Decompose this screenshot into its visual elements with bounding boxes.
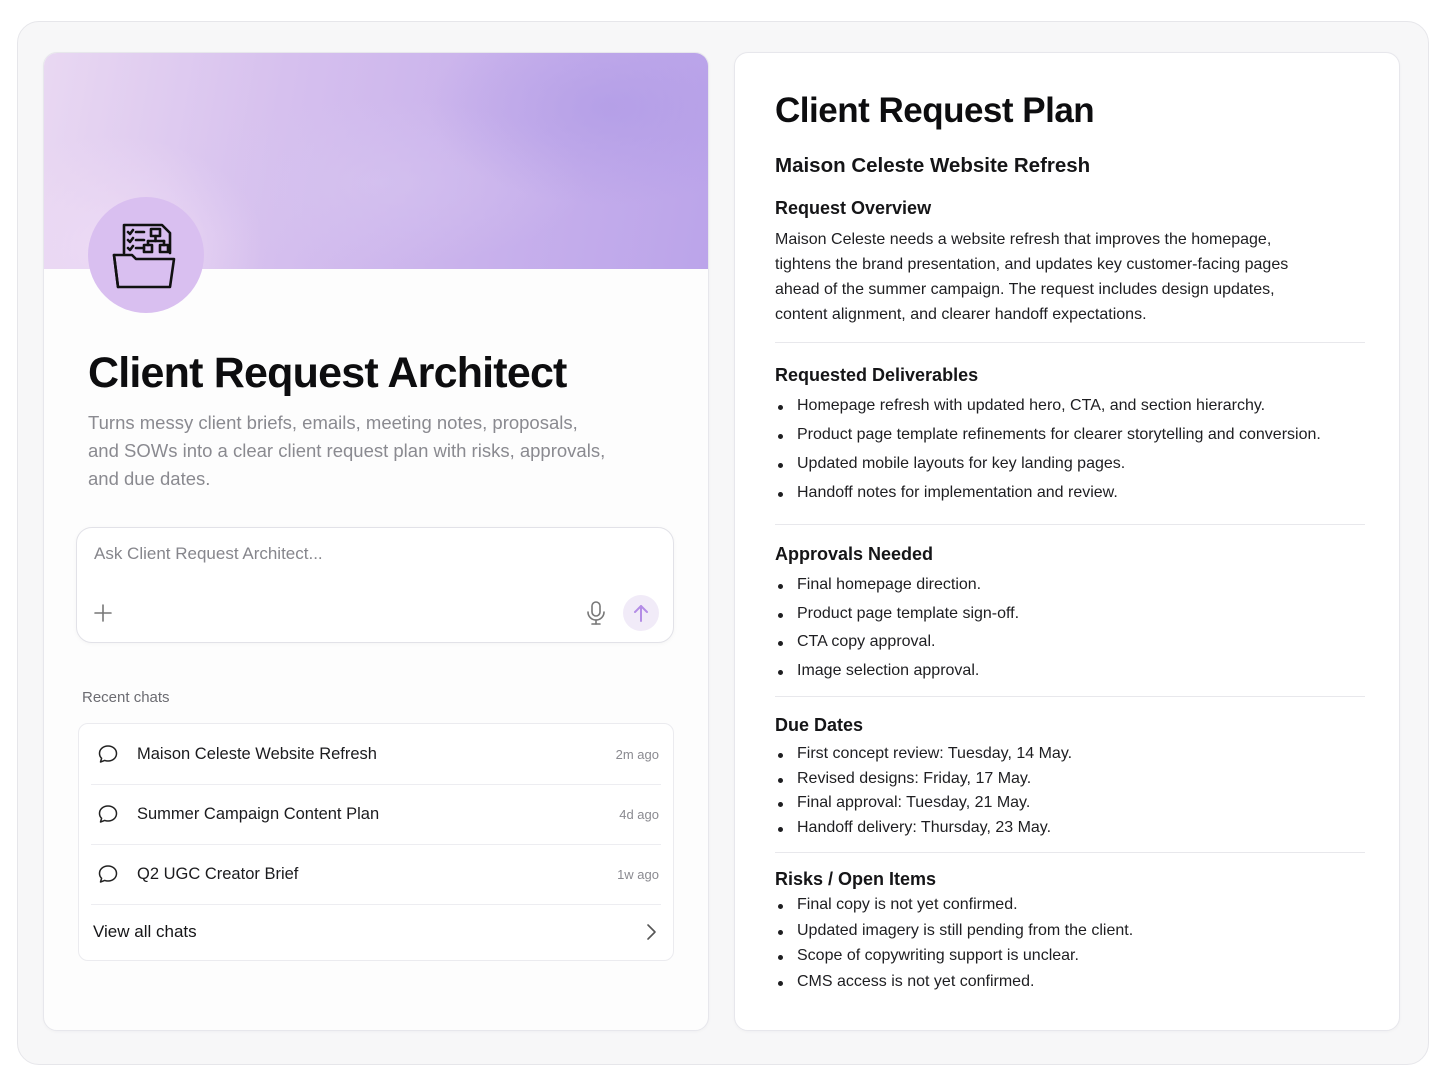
- microphone-icon: [587, 601, 605, 625]
- chat-time: 1w ago: [617, 866, 659, 882]
- due-dates-heading: Due Dates: [775, 715, 864, 735]
- approvals-heading: Approvals Needed: [775, 544, 934, 564]
- approval-item: Final homepage direction.: [775, 576, 1019, 605]
- recent-chat-item[interactable]: Q2 UGC Creator Brief 1w ago: [79, 844, 673, 904]
- chat-time: 4d ago: [619, 806, 659, 822]
- chat-bubble-icon: [98, 865, 118, 883]
- due-date-item: First concept review: Tuesday, 14 May.: [775, 745, 1072, 770]
- recent-chats-list: Maison Celeste Website Refresh 2m ago Su…: [78, 723, 674, 961]
- chat-title: Summer Campaign Content Plan: [137, 804, 380, 823]
- view-all-label: View all chats: [93, 922, 197, 941]
- microphone-button[interactable]: [584, 600, 608, 626]
- risk-item: Final copy is not yet confirmed.: [775, 896, 1133, 922]
- chevron-right-icon: [647, 924, 656, 940]
- deliverables-list: Homepage refresh with updated hero, CTA,…: [775, 397, 1321, 513]
- deliverable-item: Handoff notes for implementation and rev…: [775, 484, 1321, 513]
- deliverable-item: Homepage refresh with updated hero, CTA,…: [775, 397, 1321, 426]
- recent-chats-label: Recent chats: [82, 689, 170, 706]
- section-divider: [775, 524, 1365, 525]
- assistant-card: Client Request Architect Turns messy cli…: [43, 52, 709, 1031]
- due-date-item: Final approval: Tuesday, 21 May.: [775, 794, 1072, 819]
- recent-chat-item[interactable]: Summer Campaign Content Plan 4d ago: [79, 784, 673, 844]
- deliverables-heading: Requested Deliverables: [775, 365, 979, 385]
- chat-composer: [76, 527, 674, 643]
- approval-item: Product page template sign-off.: [775, 605, 1019, 634]
- approval-item: Image selection approval.: [775, 662, 1019, 691]
- assistant-avatar: [88, 197, 204, 313]
- due-dates-list: First concept review: Tuesday, 14 May. R…: [775, 745, 1072, 844]
- chat-title: Q2 UGC Creator Brief: [137, 864, 299, 883]
- risks-heading: Risks / Open Items: [775, 869, 937, 889]
- plus-icon: [94, 604, 112, 622]
- risks-list: Final copy is not yet confirmed. Updated…: [775, 896, 1133, 998]
- send-button[interactable]: [623, 595, 659, 631]
- overview-heading: Request Overview: [775, 198, 932, 218]
- section-divider: [775, 696, 1365, 697]
- due-date-item: Handoff delivery: Thursday, 23 May.: [775, 819, 1072, 844]
- chat-bubble-icon: [98, 805, 118, 823]
- section-divider: [775, 342, 1365, 343]
- plan-subtitle: Maison Celeste Website Refresh: [775, 154, 1091, 177]
- approval-item: CTA copy approval.: [775, 633, 1019, 662]
- deliverable-item: Updated mobile layouts for key landing p…: [775, 455, 1321, 484]
- recent-chat-item[interactable]: Maison Celeste Website Refresh 2m ago: [79, 724, 673, 784]
- assistant-description: Turns messy client briefs, emails, meeti…: [88, 412, 606, 489]
- approvals-list: Final homepage direction. Product page t…: [775, 576, 1019, 691]
- risk-item: Scope of copywriting support is unclear.: [775, 947, 1133, 973]
- section-divider: [775, 852, 1365, 853]
- chat-title: Maison Celeste Website Refresh: [137, 744, 377, 763]
- plan-title: Client Request Plan: [775, 91, 1095, 130]
- due-date-item: Revised designs: Friday, 17 May.: [775, 770, 1072, 795]
- assistant-title: Client Request Architect: [88, 349, 567, 397]
- chat-time: 2m ago: [615, 746, 659, 762]
- deliverable-item: Product page template refinements for cl…: [775, 426, 1321, 455]
- folder-flowchart-icon: [112, 223, 176, 289]
- risk-item: Updated imagery is still pending from th…: [775, 922, 1133, 948]
- risk-item: CMS access is not yet confirmed.: [775, 973, 1133, 999]
- view-all-chats-button[interactable]: View all chats: [79, 904, 673, 960]
- arrow-up-icon: [634, 605, 648, 622]
- chat-input[interactable]: [94, 544, 634, 564]
- chat-bubble-icon: [98, 745, 118, 763]
- plan-card: Client Request Plan Maison Celeste Websi…: [734, 52, 1400, 1031]
- overview-text: Maison Celeste needs a website refresh t…: [775, 231, 1289, 323]
- add-attachment-button[interactable]: [92, 602, 114, 624]
